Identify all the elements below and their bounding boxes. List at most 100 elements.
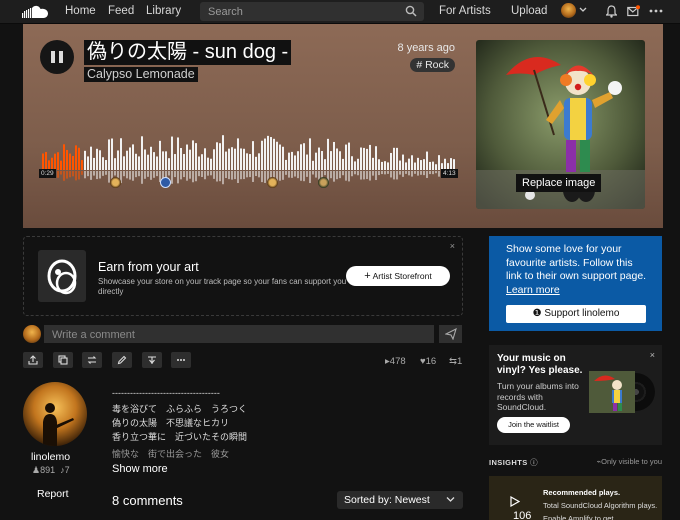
waveform-reflection-bar bbox=[144, 171, 146, 179]
waveform-bar bbox=[408, 158, 410, 170]
artist-storefront-button[interactable]: + Artist Storefront bbox=[346, 266, 450, 286]
waveform-bar bbox=[129, 147, 131, 170]
support-text-main: Show some love for your favourite artist… bbox=[506, 243, 647, 282]
waveform-reflection-bar bbox=[387, 171, 389, 174]
support-artist-box: Show some love for your favourite artist… bbox=[489, 236, 662, 331]
waveform-bar bbox=[174, 154, 176, 170]
for-artists-link[interactable]: For Artists bbox=[439, 5, 491, 17]
waveform-reflection-bar bbox=[87, 171, 89, 177]
waveform-reflection-bar bbox=[357, 171, 359, 176]
chevron-down-icon[interactable] bbox=[579, 7, 587, 13]
copy-link-button[interactable] bbox=[53, 352, 73, 368]
waveform-bar bbox=[321, 151, 323, 170]
waveform-reflection-bar bbox=[192, 171, 194, 183]
waveform-bar bbox=[195, 143, 197, 170]
waveform-bar bbox=[117, 150, 119, 170]
artist-profile-name[interactable]: linolemo bbox=[31, 451, 70, 463]
share-icon bbox=[28, 355, 38, 365]
notifications-bell-icon[interactable] bbox=[606, 5, 617, 18]
insights-title: INSIGHTS bbox=[489, 458, 528, 467]
artist-avatar[interactable] bbox=[23, 382, 87, 446]
waveform-bar bbox=[264, 138, 266, 170]
search-input[interactable] bbox=[208, 4, 398, 19]
waveform-reflection-bar bbox=[123, 171, 125, 177]
waveform-bar bbox=[288, 152, 290, 170]
edit-button[interactable] bbox=[112, 352, 132, 368]
send-comment-button[interactable] bbox=[439, 325, 462, 343]
waveform-reflection-bar bbox=[393, 171, 395, 180]
waveform-comment-avatar[interactable] bbox=[318, 177, 329, 188]
show-more-button[interactable]: Show more bbox=[112, 463, 168, 475]
waveform-bar bbox=[330, 151, 332, 170]
messages-icon[interactable] bbox=[627, 5, 640, 17]
waveform-reflection-bar bbox=[126, 171, 128, 179]
sort-dropdown[interactable]: Sorted by: Newest bbox=[337, 491, 463, 509]
waveform-bar bbox=[291, 151, 293, 170]
waveform-bar bbox=[345, 144, 347, 170]
waveform-bar bbox=[312, 160, 314, 170]
waveform[interactable] bbox=[42, 132, 456, 192]
waveform-bar bbox=[393, 147, 395, 170]
track-hero: 偽りの太陽 - sun dog - Calypso Lemonade 8 yea… bbox=[23, 24, 663, 228]
waveform-bar bbox=[78, 147, 80, 170]
waveform-bar bbox=[219, 143, 221, 170]
pause-button[interactable] bbox=[40, 40, 74, 74]
nav-feed-link[interactable]: Feed bbox=[108, 5, 134, 17]
user-avatar[interactable] bbox=[561, 3, 576, 18]
tracks-count[interactable]: 7 bbox=[65, 465, 70, 475]
waveform-reflection-bar bbox=[228, 171, 230, 180]
info-icon[interactable]: ⓘ bbox=[530, 458, 538, 467]
waveform-reflection-bar bbox=[363, 171, 365, 180]
waveform-bar bbox=[435, 164, 437, 170]
soundcloud-logo-icon[interactable] bbox=[22, 5, 50, 19]
waveform-reflection-bar bbox=[306, 171, 308, 177]
join-waitlist-button[interactable]: Join the waitlist bbox=[497, 417, 570, 433]
waveform-bar bbox=[414, 162, 416, 170]
share-button[interactable] bbox=[23, 352, 43, 368]
replace-image-button[interactable]: Replace image bbox=[516, 174, 602, 192]
waveform-bar bbox=[141, 136, 143, 170]
waveform-reflection-bar bbox=[204, 171, 206, 180]
waveform-reflection-bar bbox=[405, 171, 407, 174]
close-icon[interactable]: × bbox=[450, 241, 455, 251]
waveform-reflection-bar bbox=[168, 171, 170, 176]
waveform-reflection-bar bbox=[279, 171, 281, 181]
waveform-reflection-bar bbox=[381, 171, 383, 175]
nav-home-link[interactable]: Home bbox=[65, 5, 96, 17]
repost-button[interactable] bbox=[82, 352, 102, 368]
recommended-plays-card[interactable]: 106 Recommended plays. Total SoundCloud … bbox=[489, 476, 662, 520]
support-artist-button[interactable]: ❶ Support linolemo bbox=[506, 305, 646, 323]
waveform-comment-avatar[interactable] bbox=[160, 177, 171, 188]
search-icon[interactable] bbox=[405, 5, 417, 17]
comment-input[interactable] bbox=[44, 326, 434, 344]
waveform-comment-avatar[interactable] bbox=[267, 177, 278, 188]
more-options-icon[interactable] bbox=[649, 5, 663, 17]
artist-stats: ♟891 ♪7 bbox=[32, 465, 70, 476]
earn-title: Earn from your art bbox=[98, 260, 199, 274]
waveform-reflection-bar bbox=[84, 171, 86, 179]
learn-more-link[interactable]: Learn more bbox=[506, 284, 560, 296]
more-actions-button[interactable] bbox=[171, 352, 191, 368]
waveform-bar bbox=[258, 153, 260, 170]
comment-field bbox=[44, 325, 434, 344]
genre-tag[interactable]: # Rock bbox=[410, 58, 455, 72]
waveform-bar bbox=[171, 136, 173, 170]
waveform-reflection-bar bbox=[384, 171, 386, 175]
waveform-reflection-bar bbox=[372, 171, 374, 176]
waveform-bar bbox=[231, 147, 233, 170]
waveform-reflection-bar bbox=[96, 171, 98, 180]
waveform-bar bbox=[276, 141, 278, 170]
insights-button[interactable] bbox=[142, 352, 162, 368]
track-title: 偽りの太陽 - sun dog - bbox=[84, 40, 292, 65]
track-artist-link[interactable]: Calypso Lemonade bbox=[84, 67, 198, 82]
nav-library-link[interactable]: Library bbox=[146, 5, 181, 17]
waveform-bar bbox=[81, 160, 83, 170]
report-button[interactable]: Report bbox=[37, 488, 69, 500]
close-icon[interactable]: × bbox=[650, 350, 655, 360]
upload-link[interactable]: Upload bbox=[511, 5, 547, 17]
followers-count[interactable]: 891 bbox=[40, 465, 55, 475]
waveform-reflection-bar bbox=[252, 171, 254, 182]
waveform-comment-avatar[interactable] bbox=[110, 177, 121, 188]
description-line: 愉快な 街で出会った 彼女 bbox=[112, 449, 230, 459]
waveform-bar bbox=[159, 140, 161, 170]
